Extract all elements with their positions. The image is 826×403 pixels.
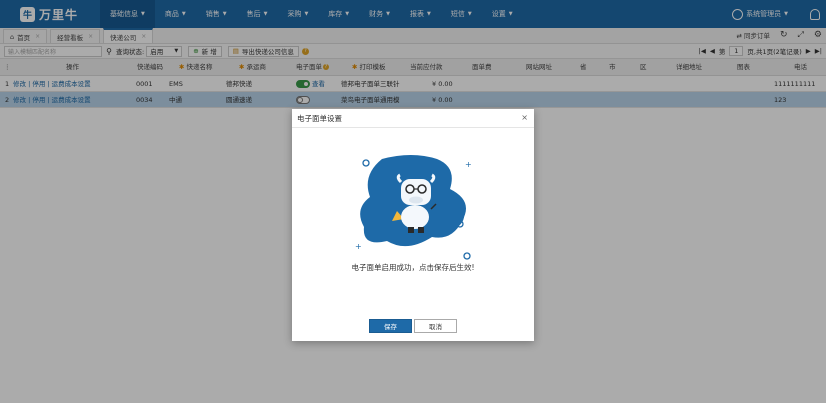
dialog-title: 电子面单设置 <box>297 113 342 123</box>
esheet-settings-dialog: 电子面单设置 × + + 电子面单启用成功，点击保存后生效! 保存 取消 <box>292 109 534 341</box>
cancel-button[interactable]: 取消 <box>414 319 457 333</box>
dialog-buttons: 保存 取消 <box>292 319 534 333</box>
save-button[interactable]: 保存 <box>369 319 412 333</box>
svg-text:+: + <box>465 160 472 169</box>
close-icon[interactable]: × <box>521 113 528 122</box>
svg-text:+: + <box>355 242 362 251</box>
dialog-message: 电子面单启用成功，点击保存后生效! <box>351 263 475 272</box>
success-illustration: + + <box>355 155 472 260</box>
dialog-header: 电子面单设置 × <box>292 109 534 128</box>
